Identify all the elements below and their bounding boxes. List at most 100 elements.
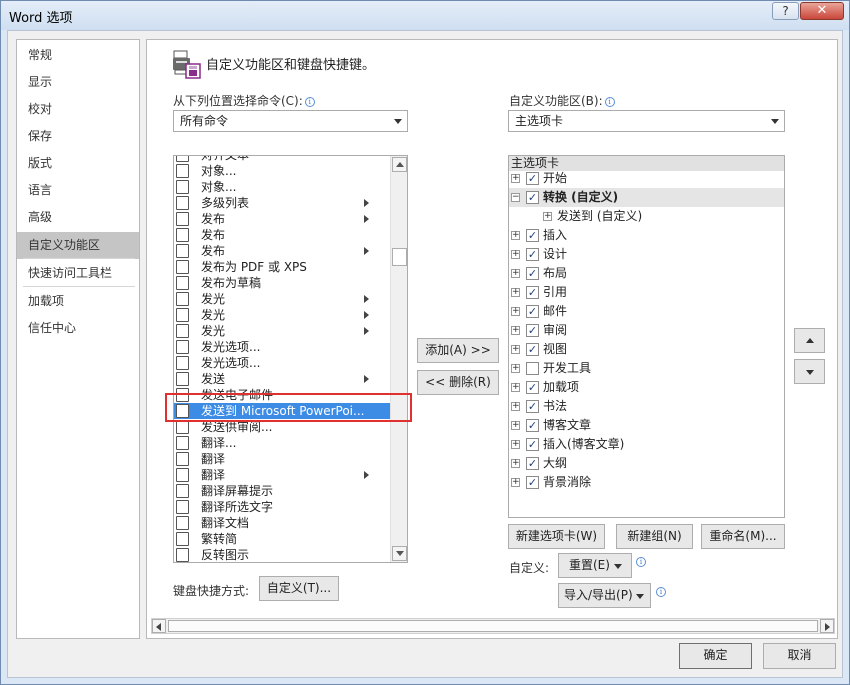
command-item[interactable]: 发光 (174, 307, 391, 323)
ribbon-tab-item[interactable]: + ✓ 设计 (509, 245, 784, 264)
tab-checkbox[interactable]: ✓ (526, 343, 539, 356)
nav-item[interactable]: 高级 (17, 204, 139, 231)
expand-icon[interactable]: + (543, 212, 552, 221)
choose-commands-dropdown[interactable]: 所有命令 (173, 110, 408, 132)
command-item[interactable]: 发光 (174, 323, 391, 339)
expand-icon[interactable]: + (511, 326, 520, 335)
tab-checkbox[interactable]: ✓ (526, 457, 539, 470)
command-item[interactable]: 发光选项... (174, 339, 391, 355)
command-item[interactable]: 发布 (174, 243, 391, 259)
command-item[interactable]: 翻译 (174, 467, 391, 483)
command-item[interactable]: 对象... (174, 163, 391, 179)
command-item[interactable]: 翻译屏幕提示 (174, 483, 391, 499)
new-group-button[interactable]: 新建组(N) (616, 524, 693, 549)
expand-icon[interactable]: + (511, 402, 520, 411)
tab-checkbox[interactable]: ✓ (526, 191, 539, 204)
command-item[interactable]: 对象... (174, 179, 391, 195)
nav-item[interactable]: 保存 (17, 123, 139, 150)
keyboard-customize-button[interactable]: 自定义(T)... (259, 576, 339, 601)
tab-checkbox[interactable]: ✓ (526, 324, 539, 337)
command-item[interactable]: 发光选项... (174, 355, 391, 371)
tab-checkbox[interactable]: ✓ (526, 267, 539, 280)
expand-icon[interactable]: + (511, 383, 520, 392)
tab-checkbox[interactable]: ✓ (526, 419, 539, 432)
expand-icon[interactable]: + (511, 250, 520, 259)
scroll-thumb[interactable] (392, 248, 407, 266)
command-item[interactable]: 发布为草稿 (174, 275, 391, 291)
tab-checkbox[interactable] (526, 362, 539, 375)
ribbon-tab-item[interactable]: + ✓ 开始 (509, 169, 784, 188)
ribbon-tab-item[interactable]: + ✓ 邮件 (509, 302, 784, 321)
expand-icon[interactable]: + (511, 288, 520, 297)
expand-icon[interactable]: + (511, 478, 520, 487)
command-item[interactable]: 多级列表 (174, 195, 391, 211)
tab-checkbox[interactable]: ✓ (526, 172, 539, 185)
scroll-up-button[interactable] (392, 157, 407, 172)
ribbon-tab-item[interactable]: + 开发工具 (509, 359, 784, 378)
command-item[interactable]: 发布 (174, 211, 391, 227)
tab-checkbox[interactable]: ✓ (526, 438, 539, 451)
horizontal-scrollbar[interactable] (151, 618, 835, 634)
tab-checkbox[interactable]: ✓ (526, 229, 539, 242)
remove-button[interactable]: << 删除(R) (417, 370, 499, 395)
nav-item[interactable]: 自定义功能区 (17, 232, 139, 259)
tab-checkbox[interactable]: ✓ (526, 381, 539, 394)
ribbon-tab-item[interactable]: − ✓ 转换 (自定义) (509, 188, 784, 207)
command-item[interactable]: 翻译文档 (174, 515, 391, 531)
help-button[interactable]: ? (772, 2, 799, 20)
tab-checkbox[interactable]: ✓ (526, 286, 539, 299)
expand-icon[interactable]: + (511, 440, 520, 449)
ribbon-tab-item[interactable]: + ✓ 插入(博客文章) (509, 435, 784, 454)
close-button[interactable]: ✕ (800, 2, 844, 20)
ribbon-tab-item[interactable]: + ✓ 引用 (509, 283, 784, 302)
expand-icon[interactable]: + (511, 174, 520, 183)
command-item[interactable]: 发光 (174, 291, 391, 307)
command-item[interactable]: 反转图示 (174, 547, 391, 562)
nav-item[interactable]: 常规 (17, 42, 139, 69)
add-button[interactable]: 添加(A) >> (417, 338, 499, 363)
expand-icon[interactable]: + (511, 364, 520, 373)
expand-icon[interactable]: + (511, 345, 520, 354)
command-item[interactable]: 繁转简 (174, 531, 391, 547)
tab-checkbox[interactable]: ✓ (526, 305, 539, 318)
nav-item[interactable]: 加载项 (17, 288, 139, 315)
command-item[interactable]: 发布 (174, 227, 391, 243)
rename-button[interactable]: 重命名(M)... (701, 524, 785, 549)
tab-checkbox[interactable]: ✓ (526, 476, 539, 489)
ribbon-tab-item[interactable]: + ✓ 视图 (509, 340, 784, 359)
command-item[interactable]: 发布为 PDF 或 XPS (174, 259, 391, 275)
horizontal-scroll-thumb[interactable] (168, 620, 818, 632)
tab-checkbox[interactable]: ✓ (526, 248, 539, 261)
nav-item[interactable]: 快速访问工具栏 (17, 260, 139, 287)
nav-item[interactable]: 显示 (17, 69, 139, 96)
ribbon-tab-item[interactable]: + ✓ 书法 (509, 397, 784, 416)
expand-icon[interactable]: + (511, 307, 520, 316)
scroll-down-button[interactable] (392, 546, 407, 561)
collapse-icon[interactable]: − (511, 193, 520, 202)
command-item[interactable]: 翻译... (174, 435, 391, 451)
expand-icon[interactable]: + (511, 421, 520, 430)
ribbon-tab-item[interactable]: + ✓ 大纲 (509, 454, 784, 473)
scroll-right-button[interactable] (820, 619, 834, 633)
ribbon-tab-item[interactable]: + ✓ 博客文章 (509, 416, 784, 435)
nav-item[interactable]: 版式 (17, 150, 139, 177)
commands-scrollbar[interactable] (390, 156, 407, 562)
nav-item[interactable]: 信任中心 (17, 315, 139, 342)
scroll-left-button[interactable] (152, 619, 166, 633)
command-item[interactable]: 翻译所选文字 (174, 499, 391, 515)
new-tab-button[interactable]: 新建选项卡(W) (508, 524, 605, 549)
expand-icon[interactable]: + (511, 459, 520, 468)
nav-item[interactable]: 语言 (17, 177, 139, 204)
command-item[interactable]: 发送 (174, 371, 391, 387)
ribbon-tabs-tree[interactable]: 主选项卡 + ✓ 开始 − ✓ 转换 (自定义) + 发送到 (自定义) + ✓ 插入 + ✓ 设计 + ✓ 布… (508, 155, 785, 518)
nav-item[interactable]: 校对 (17, 96, 139, 123)
expand-icon[interactable]: + (511, 231, 520, 240)
ribbon-tab-item[interactable]: + 发送到 (自定义) (509, 207, 784, 226)
ribbon-tab-item[interactable]: + ✓ 插入 (509, 226, 784, 245)
ok-button[interactable]: 确定 (679, 643, 752, 669)
cancel-button[interactable]: 取消 (763, 643, 836, 669)
tab-checkbox[interactable]: ✓ (526, 400, 539, 413)
ribbon-tab-item[interactable]: + ✓ 背景消除 (509, 473, 784, 492)
customize-ribbon-dropdown[interactable]: 主选项卡 (508, 110, 785, 132)
commands-list[interactable]: 反转图示 繁转简 翻译文档 翻译所选文字 翻译屏幕提示 翻译 翻译 翻译... 发送供审阅...… (173, 155, 408, 563)
